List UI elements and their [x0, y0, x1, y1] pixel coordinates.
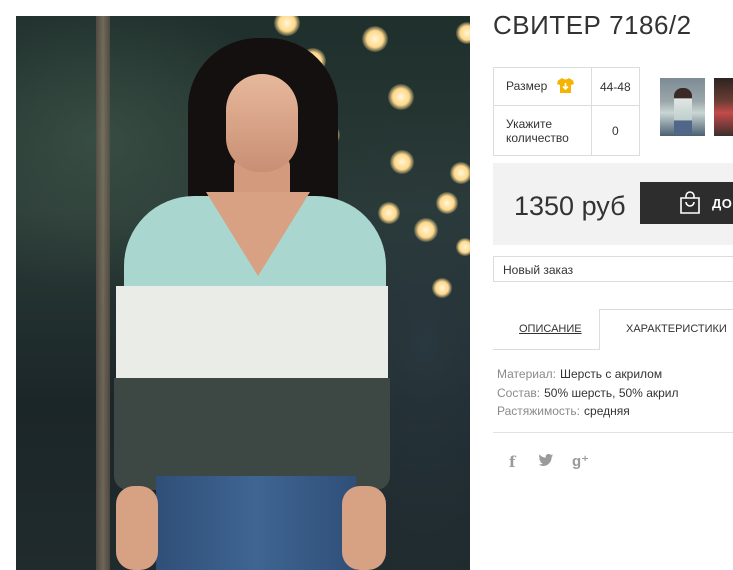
price-panel: 1350 руб ДОБ — [493, 163, 733, 245]
photo-bokeh-light — [456, 238, 470, 256]
quantity-label: Укажите количество — [493, 105, 592, 156]
photo-hand-left — [116, 486, 158, 570]
twitter-icon[interactable] — [538, 453, 553, 471]
product-thumbnail[interactable] — [660, 78, 705, 136]
photo-bokeh-light — [432, 278, 452, 298]
characteristic-value: средняя — [584, 404, 630, 418]
photo-bokeh-light — [414, 218, 438, 242]
shopping-bag-icon — [678, 191, 702, 220]
photo-bokeh-light — [378, 202, 400, 224]
add-to-cart-label: ДОБ — [712, 196, 733, 211]
size-label-cell: Размер — [493, 67, 592, 106]
characteristic-value: 50% шерсть, 50% акрил — [544, 385, 679, 400]
photo-bokeh-light — [362, 26, 388, 52]
characteristic-row: Материал: Шерсть с акрилом — [497, 365, 679, 384]
photo-bokeh-light — [388, 84, 414, 110]
photo-sweater-vneck — [206, 192, 310, 276]
order-select[interactable]: Новый заказ — [493, 256, 733, 282]
photo-bokeh-light — [456, 22, 470, 44]
photo-hand-right — [342, 486, 386, 570]
photo-jeans — [156, 476, 356, 570]
characteristic-value: Шерсть с акрилом — [559, 367, 663, 381]
section-divider — [493, 432, 733, 433]
photo-sweater-white — [116, 286, 388, 381]
characteristics-list: Материал: Шерсть с акрилом Состав: 50% шер… — [497, 365, 679, 421]
shirt-icon[interactable] — [556, 77, 574, 96]
size-value[interactable]: 44-48 — [590, 67, 641, 106]
product-price: 1350 руб — [514, 191, 626, 221]
photo-model-face — [226, 74, 298, 172]
characteristic-key: Материал: — [497, 367, 556, 381]
quantity-input[interactable]: 0 — [590, 105, 641, 156]
characteristic-key: Растяжимость: — [497, 404, 581, 418]
tab-characteristics[interactable]: ХАРАКТЕРИСТИКИ — [626, 323, 727, 335]
facebook-icon[interactable]: f — [509, 453, 515, 471]
googleplus-icon[interactable]: g⁺ — [572, 453, 589, 471]
spec-table: Размер 44-48 Укажите количество 0 — [493, 67, 641, 156]
quantity-row: Укажите количество 0 — [493, 105, 641, 156]
characteristic-row: Растяжимость: средняя — [497, 402, 679, 421]
photo-bokeh-light — [390, 150, 414, 174]
product-main-photo[interactable] — [16, 16, 470, 570]
product-thumbnail[interactable] — [714, 78, 733, 136]
photo-bokeh-light — [450, 162, 470, 184]
photo-bokeh-light — [436, 192, 458, 214]
characteristic-key: Состав: — [497, 385, 541, 400]
characteristic-row: Состав: 50% шерсть, 50% акрил — [497, 384, 679, 403]
tabs-underline — [493, 349, 599, 350]
size-label: Размер — [506, 78, 548, 93]
photo-bg-pole — [96, 16, 110, 570]
thumbnail-figure — [674, 88, 692, 134]
size-row: Размер 44-48 — [493, 67, 641, 106]
product-title: СВИТЕР 7186/2 — [493, 10, 692, 40]
photo-bokeh-light — [274, 16, 300, 36]
photo-sweater-dark — [114, 378, 390, 490]
add-to-cart-button[interactable]: ДОБ — [640, 182, 733, 224]
tab-description[interactable]: ОПИСАНИЕ — [519, 323, 582, 335]
